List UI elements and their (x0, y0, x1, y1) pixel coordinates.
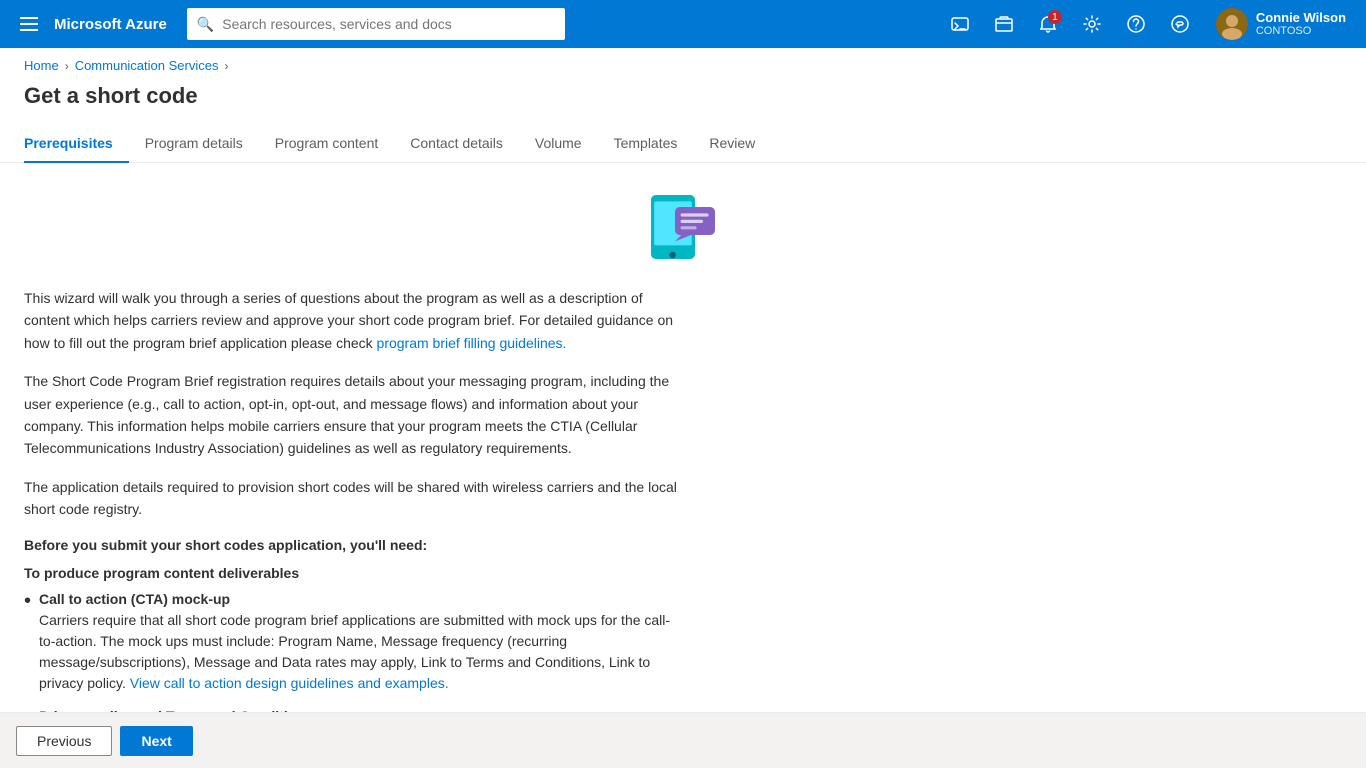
user-org: CONTOSO (1256, 25, 1346, 38)
nav-icons: 1 (940, 4, 1200, 44)
notifications-icon[interactable]: 1 (1028, 4, 1068, 44)
breadcrumb-home[interactable]: Home (24, 58, 59, 73)
intro-paragraph-3: The application details required to prov… (24, 476, 684, 521)
avatar (1216, 8, 1248, 40)
directory-icon[interactable] (984, 4, 1024, 44)
tab-contact-details[interactable]: Contact details (394, 125, 519, 163)
tab-prerequisites[interactable]: Prerequisites (24, 125, 129, 163)
tab-program-details[interactable]: Program details (129, 125, 259, 163)
help-icon[interactable] (1116, 4, 1156, 44)
bullet-1-content: Call to action (CTA) mock-up Carriers re… (39, 589, 684, 694)
tab-templates[interactable]: Templates (598, 125, 694, 163)
search-input[interactable] (222, 16, 555, 32)
tab-review[interactable]: Review (693, 125, 771, 163)
section-heading: Before you submit your short codes appli… (24, 537, 684, 553)
bullet-1-title: Call to action (CTA) mock-up (39, 591, 230, 607)
user-info: Connie Wilson CONTOSO (1256, 10, 1346, 39)
settings-icon[interactable] (1072, 4, 1112, 44)
feedback-icon[interactable] (1160, 4, 1200, 44)
main-content: Home › Communication Services › Get a sh… (0, 48, 1366, 768)
breadcrumb-service[interactable]: Communication Services (75, 58, 219, 73)
prerequisites-content: This wizard will walk you through a seri… (0, 163, 1366, 712)
breadcrumb-sep-2: › (224, 59, 228, 73)
bullet-list: • Call to action (CTA) mock-up Carriers … (24, 589, 684, 712)
illustration (24, 187, 1342, 267)
azure-logo: Microsoft Azure (54, 16, 167, 33)
breadcrumb: Home › Communication Services › (0, 48, 1366, 79)
top-navigation: Microsoft Azure 🔍 1 Connie Wilson (0, 0, 1366, 48)
cta-guidelines-link[interactable]: View call to action design guidelines an… (130, 675, 449, 691)
tab-bar: Prerequisites Program details Program co… (0, 125, 1366, 163)
user-name: Connie Wilson (1256, 10, 1346, 26)
previous-button[interactable]: Previous (16, 726, 112, 756)
search-bar[interactable]: 🔍 (187, 8, 566, 40)
bullet-dot-1: • (24, 589, 31, 694)
intro-paragraph-1: This wizard will walk you through a seri… (24, 287, 684, 354)
tab-volume[interactable]: Volume (519, 125, 598, 163)
search-icon: 🔍 (197, 16, 214, 33)
program-brief-link[interactable]: program brief filling guidelines. (377, 335, 567, 351)
notification-count: 1 (1048, 10, 1062, 24)
next-button[interactable]: Next (120, 726, 192, 756)
list-item: • Call to action (CTA) mock-up Carriers … (24, 589, 684, 694)
bottom-bar: Previous Next (0, 712, 1366, 768)
sub-heading: To produce program content deliverables (24, 565, 684, 581)
page-title: Get a short code (0, 79, 1366, 125)
cloud-shell-icon[interactable] (940, 4, 980, 44)
tab-program-content[interactable]: Program content (259, 125, 395, 163)
user-menu[interactable]: Connie Wilson CONTOSO (1208, 4, 1354, 44)
intro-paragraph-2: The Short Code Program Brief registratio… (24, 370, 684, 460)
breadcrumb-sep-1: › (65, 59, 69, 73)
hamburger-menu[interactable] (12, 7, 46, 41)
